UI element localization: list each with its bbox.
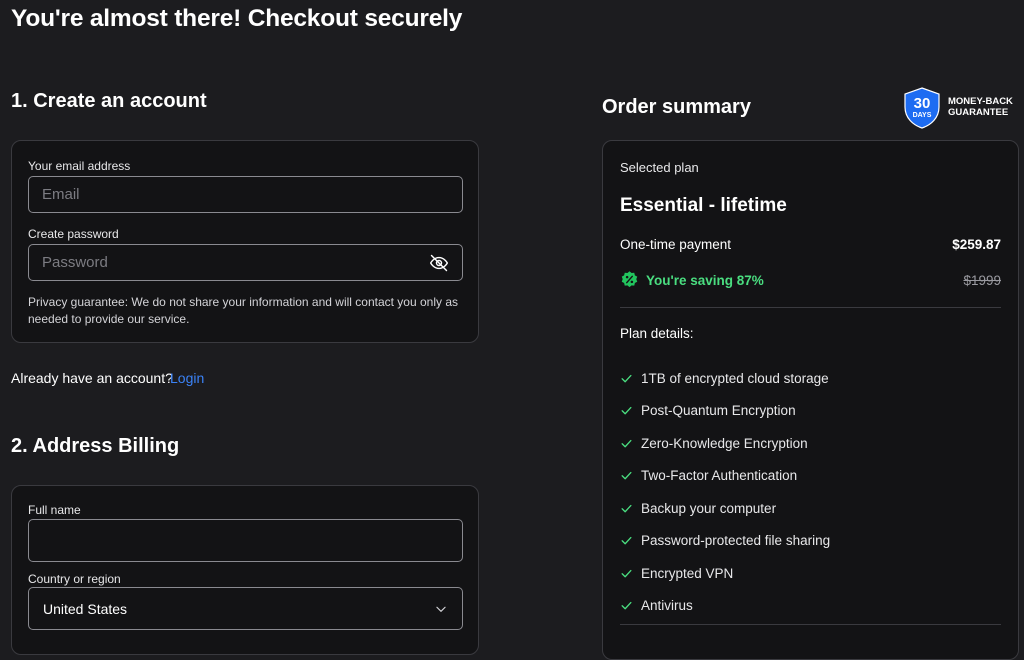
saving-text: You're saving 87%	[646, 273, 764, 288]
list-item: Two-Factor Authentication	[620, 460, 830, 493]
check-icon	[621, 439, 632, 448]
eye-off-icon[interactable]	[429, 253, 449, 273]
email-label: Your email address	[28, 159, 131, 173]
country-select[interactable]: United States	[28, 587, 463, 630]
plan-details-label: Plan details:	[620, 326, 694, 341]
discount-badge-icon	[620, 270, 639, 289]
login-link[interactable]: Login	[170, 370, 204, 386]
original-price: $1999	[963, 273, 1001, 288]
badge-days-number: 30	[914, 95, 931, 112]
country-label: Country or region	[28, 572, 121, 586]
feature-label: Zero-Knowledge Encryption	[641, 435, 808, 451]
feature-label: Encrypted VPN	[641, 565, 734, 581]
check-icon	[621, 537, 632, 545]
account-card: Your email address Create password Priva…	[11, 140, 479, 343]
order-summary-card: Selected plan Essential - lifetime One-t…	[602, 140, 1019, 660]
feature-label: Antivirus	[641, 598, 693, 614]
billing-card: Full name Country or region United State…	[11, 485, 479, 655]
create-account-heading: 1. Create an account	[11, 90, 207, 112]
list-item: Backup your computer	[620, 492, 830, 525]
feature-label: 1TB of encrypted cloud storage	[641, 370, 829, 386]
payment-type-label: One-time payment	[620, 237, 732, 252]
guarantee-line-2: GUARANTEE	[948, 107, 1009, 118]
money-back-guarantee: MONEY-BACK GUARANTEE	[948, 96, 1013, 118]
chevron-down-icon	[434, 602, 448, 616]
login-prompt: Already have an account?	[11, 370, 173, 386]
check-icon	[621, 472, 632, 480]
country-value: United States	[43, 600, 128, 617]
feature-label: Backup your computer	[641, 500, 777, 516]
list-item: Post-Quantum Encryption	[620, 395, 830, 428]
full-name-input[interactable]	[28, 519, 463, 562]
check-icon	[621, 504, 632, 513]
order-summary-heading: Order summary	[602, 96, 751, 118]
list-item: Zero-Knowledge Encryption	[620, 427, 830, 460]
plan-name: Essential - lifetime	[620, 195, 787, 216]
check-icon	[621, 374, 632, 383]
feature-label: Two-Factor Authentication	[641, 468, 798, 484]
password-label: Create password	[28, 227, 119, 241]
list-item: Encrypted VPN	[620, 557, 830, 590]
feature-list: 1TB of encrypted cloud storage Post-Quan…	[620, 362, 830, 622]
full-name-label: Full name	[28, 503, 81, 517]
feature-label: Post-Quantum Encryption	[641, 403, 796, 419]
list-item: Password-protected file sharing	[620, 525, 830, 558]
email-input[interactable]	[28, 176, 463, 213]
guarantee-line-1: MONEY-BACK	[948, 96, 1013, 107]
feature-label: Password-protected file sharing	[641, 533, 831, 549]
check-icon	[621, 407, 632, 415]
page-title: You're almost there! Checkout securely	[11, 5, 463, 32]
password-input[interactable]	[28, 244, 463, 281]
plan-price: $259.87	[952, 237, 1001, 252]
list-item: 1TB of encrypted cloud storage	[620, 362, 830, 395]
selected-plan-label: Selected plan	[620, 160, 699, 175]
badge-days-unit: DAYS	[913, 112, 932, 119]
check-icon	[621, 602, 632, 610]
shield-icon: 30 DAYS	[903, 87, 941, 129]
list-item: Antivirus	[620, 590, 830, 623]
check-icon	[621, 569, 632, 578]
privacy-guarantee-text: Privacy guarantee: We do not share your …	[28, 295, 459, 326]
summary-divider	[620, 307, 1001, 308]
address-billing-heading: 2. Address Billing	[11, 435, 180, 457]
summary-divider-bottom	[620, 624, 1001, 625]
